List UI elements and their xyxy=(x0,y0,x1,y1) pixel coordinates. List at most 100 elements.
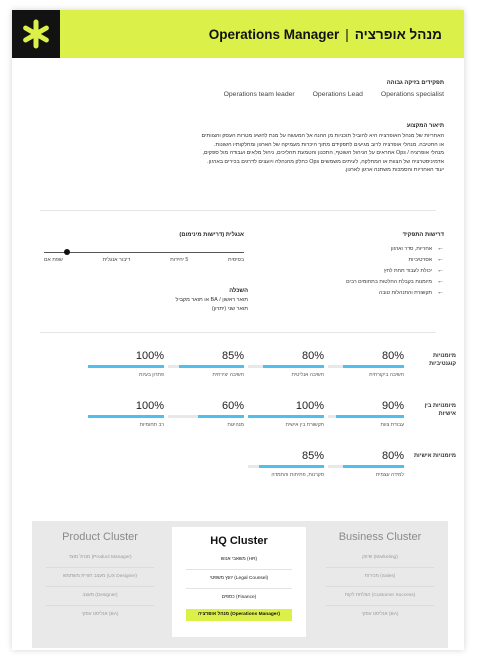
arrow-left-icon: ← xyxy=(437,267,444,274)
selected-level-dot xyxy=(63,249,70,255)
related-roles-section: תפקידים בזיקה גבוהה Operations specialis… xyxy=(34,80,444,98)
arrow-left-icon: ← xyxy=(437,289,444,296)
skill-item: 80% למידה עצמית xyxy=(328,450,404,478)
skill-percent: 80% xyxy=(301,350,324,362)
skill-name: מנהיגות xyxy=(227,422,244,428)
level-label: דיבור אנגלית xyxy=(102,257,131,263)
requirement-item: ← מיומנות בקבלת החלטות בתחומים רבים xyxy=(244,276,444,287)
requirement-text: אחריות, סדר וארגון xyxy=(390,245,432,252)
education-section: השכלה תואר ראשון / BA או תואר מקביל תואר… xyxy=(108,288,248,313)
cluster-item: יועץ משפטי (Legal Counsel) xyxy=(209,576,269,581)
description-line: או החטיבה. מנהלי אופרציה לרוב מגיעים לתפ… xyxy=(214,141,444,148)
skill-percent: 100% xyxy=(135,400,164,412)
related-role: Operations Lead xyxy=(312,91,363,98)
logo xyxy=(12,10,60,58)
requirements-heading: דרישות התפקיד xyxy=(402,232,444,238)
title-separator: | xyxy=(345,26,349,42)
requirement-text: תקשורת והתנהלות טובה xyxy=(378,289,432,296)
requirement-text: אסרטיביות xyxy=(408,256,432,263)
skill-percent: 100% xyxy=(295,400,324,412)
skill-bar xyxy=(248,465,324,468)
skill-group-label: מיומנויות בין אישיות xyxy=(424,403,456,417)
skill-name: תקשורת בין אישית xyxy=(285,422,324,428)
description-heading: תיאור המקצוע xyxy=(406,123,444,129)
education-line: תואר ראשון / BA או תואר מקביל xyxy=(175,297,248,303)
skill-name: פתרון בעיות xyxy=(138,372,164,378)
description-line: אדמיניסטרציה של הצוות או המחלקה, לעיתים … xyxy=(207,158,444,165)
skill-item: 90% עבודת צוות xyxy=(328,400,404,428)
cluster-item: כספים (Finance) xyxy=(221,595,257,600)
skill-bar-fill xyxy=(88,415,164,418)
education-line: תואר שני (יתרון) xyxy=(211,305,248,312)
title-hebrew: מנהל אופרציה xyxy=(354,26,442,42)
skill-bar-fill xyxy=(263,365,324,368)
skill-bar-fill xyxy=(88,365,164,368)
skill-group-row: מיומנויות קוגנטיביות 80% חשיבה ביקורתית 80%… xyxy=(44,350,464,390)
arrow-left-icon: ← xyxy=(437,245,444,252)
skill-name: רב תחומיות xyxy=(139,422,164,428)
skill-item: 60% מנהיגות xyxy=(168,400,244,428)
skill-bar-fill xyxy=(248,415,324,418)
related-roles-heading: תפקידים בזיקה גבוהה xyxy=(386,80,444,86)
cluster-item: מכירות (Sales) xyxy=(364,574,396,579)
skill-item: 100% פתרון בעיות xyxy=(88,350,164,378)
skill-group-label: מיומנויות אישיות xyxy=(414,453,456,459)
skill-group-row: מיומנויות בין אישיות 90% עבודת צוות 100% תקש… xyxy=(44,400,464,440)
skill-bar xyxy=(168,415,244,418)
requirement-item: ← אחריות, סדר וארגון xyxy=(244,243,444,254)
skill-name: סקרנות, פתיחות והתמדה xyxy=(271,472,324,478)
skill-bar-fill xyxy=(259,465,324,468)
cluster-item: מעצב חוויית משתמש (UX Designer) xyxy=(62,574,138,579)
cluster-item: אנליסט עסקי (BA) xyxy=(361,612,399,617)
skill-bar xyxy=(168,365,244,368)
related-roles-list: Operations specialist Operations Lead Op… xyxy=(34,91,444,98)
skill-percent: 80% xyxy=(381,350,404,362)
cluster-item: אנליסט עסקי (BA) xyxy=(81,612,119,617)
skill-item: 80% חשיבה ביקורתית xyxy=(328,350,404,378)
skill-name: למידה עצמית xyxy=(375,472,404,478)
divider xyxy=(40,210,436,211)
skill-item: 100% תקשורת בין אישית xyxy=(248,400,324,428)
skill-item: 100% רב תחומיות xyxy=(88,400,164,428)
skill-bar xyxy=(88,415,164,418)
cluster-item-highlighted: מנהל אופרציה (Operations Manager) xyxy=(186,609,292,621)
english-heading: אנגלית (דרישות מינימום) xyxy=(179,232,244,238)
skill-bar xyxy=(328,465,404,468)
role-card: Operations Manager | מנהל אופרציה תפקידי… xyxy=(12,10,464,650)
skill-percent: 100% xyxy=(135,350,164,362)
related-role: Operations specialist xyxy=(380,91,444,98)
skill-name: חשיבה יצירתית xyxy=(212,372,244,378)
level-label: 5 יחידות xyxy=(170,257,189,263)
related-role: Operations team leader xyxy=(223,91,295,98)
divider xyxy=(40,332,436,333)
skill-bar xyxy=(248,365,324,368)
description-line: מנהלי אופרציה / Ops אחראים על הניהול השו… xyxy=(202,150,444,156)
skill-bar xyxy=(248,415,324,418)
requirement-item: ← תקשורת והתנהלות טובה xyxy=(244,287,444,298)
skill-item: 85% סקרנות, פתיחות והתמדה xyxy=(248,450,324,478)
requirement-item: ← אסרטיביות xyxy=(244,254,444,265)
cluster-hq: HQ Cluster משאבי אנוש (HR) יועץ משפטי (L… xyxy=(172,527,306,637)
cluster-item: מנהל מוצר (Product Manager) xyxy=(68,555,132,560)
skill-item: 80% חשיבה אנליטית xyxy=(248,350,324,378)
scale-line xyxy=(44,252,244,253)
level-label: שפת אם xyxy=(44,257,63,263)
skill-name: חשיבה אנליטית xyxy=(291,372,324,378)
requirements-section: דרישות התפקיד ← אחריות, סדר וארגון ← אסרטי… xyxy=(244,232,444,298)
cluster-product: Product Cluster מנהל מוצר (Product Manag… xyxy=(32,521,168,648)
english-level-scale: בסיסית 5 יחידות דיבור אנגלית שפת אם xyxy=(44,248,244,268)
clusters-panel: Product Cluster מנהל מוצר (Product Manag… xyxy=(32,521,448,648)
skill-name: עבודת צוות xyxy=(380,422,404,428)
title-english: Operations Manager xyxy=(208,26,340,42)
cluster-item: שיווק (Marketing) xyxy=(362,555,398,560)
description-line: האחריות של מנהל האופרציה היא להוביל תוכנ… xyxy=(201,133,444,139)
requirement-text: מיומנות בקבלת החלטות בתחומים רבים xyxy=(346,278,432,285)
skill-bar-fill xyxy=(179,365,244,368)
asterisk-icon xyxy=(23,19,49,49)
description-section: תיאור המקצוע האחריות של מנהל האופרציה הי… xyxy=(34,123,444,175)
cluster-title: Product Cluster xyxy=(62,531,138,543)
skill-percent: 90% xyxy=(381,400,404,412)
cluster-item: מעצב (Designer) xyxy=(82,593,118,598)
skill-bar xyxy=(328,415,404,418)
skill-percent: 85% xyxy=(301,450,324,462)
